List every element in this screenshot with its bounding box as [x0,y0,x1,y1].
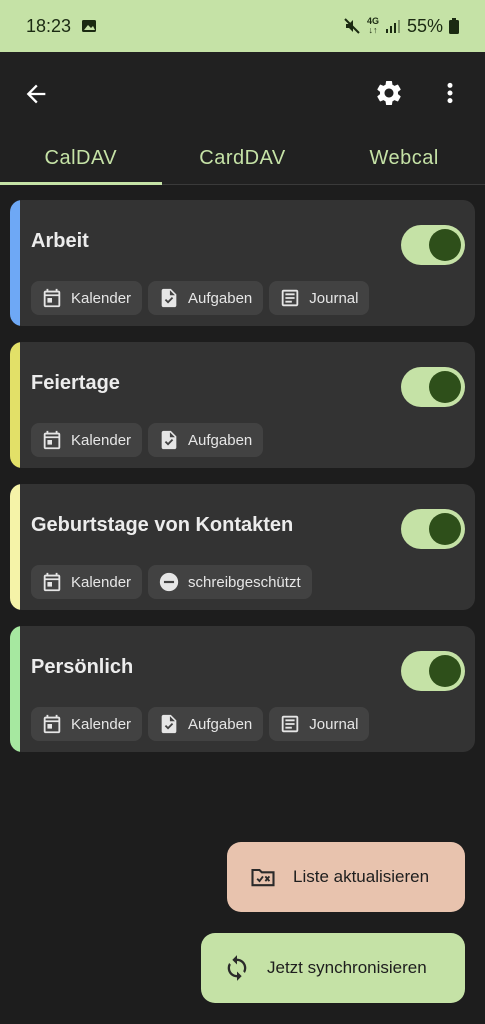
chip-label: Kalender [71,715,132,733]
tasks-icon [161,714,177,734]
calendar-card-arbeit[interactable]: Arbeit Kalender Aufgaben Journal [10,200,475,326]
chip-label: Journal [309,289,359,307]
toggle-knob [429,655,461,687]
tab-bar: CalDAV CardDAV Webcal [0,136,485,185]
toggle-knob [429,371,461,403]
chip-label: Aufgaben [188,431,253,449]
image-icon [82,20,97,32]
chip-label: Journal [309,715,359,733]
gear-icon[interactable] [374,78,404,108]
chip-calendar: Kalender [31,565,143,599]
tasks-icon [161,430,177,450]
status-bar: 18:23 4G ↓↑ 55% [0,0,485,52]
network-type: 4G ↓↑ [367,17,379,35]
tab-caldav[interactable]: CalDAV [0,136,162,185]
chip-tasks: Aufgaben [148,281,264,315]
folder-sync-icon [251,868,275,887]
chip-tasks: Aufgaben [148,707,264,741]
calendar-icon [43,714,61,734]
chip-label: Kalender [71,431,132,449]
chip-label: Aufgaben [188,715,253,733]
calendar-list: Arbeit Kalender Aufgaben Journal Feierta… [10,200,475,768]
calendar-name: Arbeit [31,230,89,252]
refresh-list-label: Liste aktualisieren [293,867,430,886]
signal-icon [385,20,400,33]
journal-icon [282,715,299,733]
battery-icon [449,18,459,34]
calendar-icon [43,572,61,592]
sync-toggle[interactable] [401,509,465,549]
sync-toggle[interactable] [401,367,465,407]
sync-toggle[interactable] [401,225,465,265]
sync-now-button[interactable]: Jetzt synchronisieren [201,933,465,1003]
toggle-knob [429,513,461,545]
calendar-name: Geburtstage von Kontakten [31,514,294,536]
calendar-card-geburtstage[interactable]: Geburtstage von Kontakten Kalender schre… [10,484,475,610]
calendar-color-stripe [10,484,20,610]
calendar-icon [43,288,61,308]
more-vert-icon[interactable] [437,78,463,108]
battery-percent: 55% [406,15,443,36]
toggle-knob [429,229,461,261]
calendar-card-feiertage[interactable]: Feiertage Kalender Aufgaben [10,342,475,468]
refresh-list-button[interactable]: Liste aktualisieren [227,842,465,912]
calendar-name: Feiertage [31,372,120,394]
chip-journal: Journal [269,281,370,315]
chip-tasks: Aufgaben [148,423,264,457]
chip-label: Kalender [71,289,132,307]
calendar-color-stripe [10,342,20,468]
calendar-card-persoenlich[interactable]: Persönlich Kalender Aufgaben Journal [10,626,475,752]
chip-label: Aufgaben [188,289,253,307]
journal-icon [282,289,299,307]
calendar-name: Persönlich [31,656,134,678]
chip-label: schreibgeschützt [188,573,301,591]
chip-calendar: Kalender [31,281,143,315]
chip-readonly: schreibgeschützt [148,565,312,599]
tab-carddav[interactable]: CardDAV [162,136,324,184]
calendar-color-stripe [10,200,20,326]
sync-icon [227,955,247,981]
mute-icon [344,18,360,34]
app-bar [0,52,485,136]
chip-calendar: Kalender [31,707,143,741]
chip-label: Kalender [71,573,132,591]
chip-journal: Journal [269,707,370,741]
network-arrows: ↓↑ [368,25,378,35]
calendar-icon [43,430,61,450]
tab-webcal[interactable]: Webcal [323,136,485,184]
tasks-icon [161,288,177,308]
back-arrow-icon[interactable] [22,80,50,108]
sync-now-label: Jetzt synchronisieren [267,958,427,977]
readonly-icon [159,572,179,592]
chip-calendar: Kalender [31,423,143,457]
sync-toggle[interactable] [401,651,465,691]
status-time: 18:23 [26,15,72,36]
calendar-color-stripe [10,626,20,752]
